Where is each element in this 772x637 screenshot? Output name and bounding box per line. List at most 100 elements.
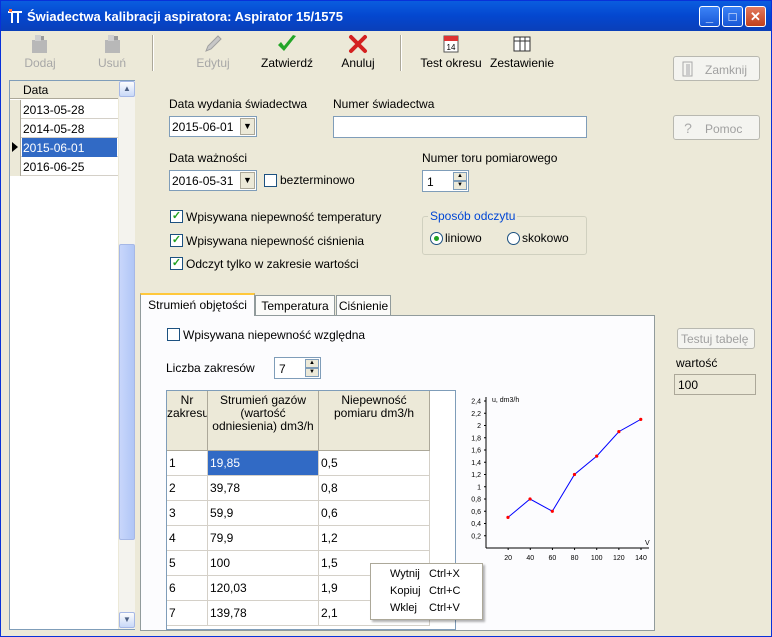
- column-header[interactable]: Niepewność pomiaru dm3/h: [319, 391, 430, 451]
- table-cell[interactable]: 4: [167, 526, 208, 551]
- minimize-button[interactable]: _: [699, 6, 720, 27]
- relative-uncertainty-checkbox[interactable]: [167, 328, 180, 341]
- issue-date-picker[interactable]: 2015-06-01 ▼: [169, 116, 257, 137]
- calendar-icon: 14: [443, 35, 459, 53]
- data-point: [617, 430, 621, 434]
- edit-button[interactable]: Edytuj: [193, 33, 233, 73]
- x-axis-label: V: [645, 540, 650, 547]
- x-tick-label: 120: [613, 555, 625, 562]
- table-cell[interactable]: 1,2: [319, 526, 430, 551]
- y-tick-label: 2,4: [471, 399, 481, 406]
- table-cell[interactable]: 5: [167, 551, 208, 576]
- list-header[interactable]: Data: [10, 81, 118, 99]
- x-cross-icon: [349, 35, 367, 53]
- tab-temperature[interactable]: Temperatura: [255, 295, 335, 315]
- help-button[interactable]: ? Pomoc: [673, 115, 760, 140]
- cancel-button[interactable]: Anuluj: [338, 33, 378, 73]
- table-cell[interactable]: 0,6: [319, 501, 430, 526]
- linear-radio[interactable]: [430, 232, 443, 245]
- table-cell[interactable]: 0,8: [319, 476, 430, 501]
- row-pointer-icon: [12, 142, 18, 152]
- ranges-count-label: Liczba zakresów: [166, 361, 255, 375]
- pressure-uncertainty-checkbox[interactable]: ✓: [170, 234, 183, 247]
- value-label: wartość: [676, 356, 718, 370]
- table-cell[interactable]: 6: [167, 576, 208, 601]
- pressure-uncertainty-label: Wpisywana niepewność ciśnienia: [186, 234, 365, 248]
- table-cell[interactable]: 0,5: [319, 451, 430, 476]
- step-radio[interactable]: [507, 232, 520, 245]
- menu-item-cut[interactable]: Wytnij Ctrl+X: [371, 565, 482, 582]
- table-cell[interactable]: 2: [167, 476, 208, 501]
- spin-up-icon[interactable]: ▲: [305, 359, 319, 368]
- data-point: [528, 497, 532, 501]
- indefinite-checkbox[interactable]: [264, 174, 277, 187]
- spin-up-icon[interactable]: ▲: [453, 172, 467, 181]
- table-cell[interactable]: 19,85: [208, 451, 319, 476]
- context-menu[interactable]: Wytnij Ctrl+X Kopiuj Ctrl+C Wklej Ctrl+V: [370, 563, 483, 620]
- table-cell[interactable]: 79,9: [208, 526, 319, 551]
- spin-down-icon[interactable]: ▼: [305, 368, 319, 377]
- y-tick-label: 2: [477, 423, 481, 430]
- issue-date-label: Data wydania świadectwa: [169, 97, 308, 111]
- y-tick-label: 1: [477, 484, 481, 491]
- delete-button[interactable]: Usuń: [93, 33, 131, 73]
- add-button[interactable]: Dodaj: [19, 33, 61, 73]
- test-table-button[interactable]: Testuj tabelę: [677, 328, 755, 349]
- value-field: 100: [674, 374, 756, 395]
- dropdown-arrow-icon[interactable]: ▼: [240, 118, 255, 135]
- menu-item-paste[interactable]: Wklej Ctrl+V: [371, 599, 482, 616]
- ranges-count-stepper[interactable]: 7 ▲ ▼: [274, 357, 321, 379]
- tab-pressure[interactable]: Ciśnienie: [336, 295, 391, 315]
- y-tick-label: 0,4: [471, 521, 481, 528]
- table-cell[interactable]: 7: [167, 601, 208, 626]
- certificate-date-list[interactable]: Data 2013-05-28 2014-05-28 2015-06-01 20…: [9, 80, 135, 630]
- data-point: [639, 417, 643, 421]
- table-cell[interactable]: 39,78: [208, 476, 319, 501]
- table-cell[interactable]: 1: [167, 451, 208, 476]
- scroll-down-arrow-icon[interactable]: ▼: [119, 612, 135, 628]
- menu-item-copy[interactable]: Kopiuj Ctrl+C: [371, 582, 482, 599]
- y-tick-label: 1,8: [471, 435, 481, 442]
- title-bar[interactable]: Świadectwa kalibracji aspiratora: Aspira…: [1, 1, 771, 31]
- list-item-selected[interactable]: 2015-06-01: [10, 138, 118, 157]
- window-title: Świadectwa kalibracji aspiratora: Aspira…: [27, 9, 343, 24]
- temp-uncertainty-checkbox[interactable]: ✓: [170, 210, 183, 223]
- tab-volume-flow[interactable]: Strumień objętości: [140, 293, 255, 316]
- column-header[interactable]: Strumień gazów (wartość odniesienia) dm3…: [208, 391, 319, 451]
- help-question-icon: ?: [684, 120, 692, 136]
- table-cell[interactable]: 59,9: [208, 501, 319, 526]
- pencil-icon: [205, 35, 222, 52]
- table-cell[interactable]: 3: [167, 501, 208, 526]
- data-point: [572, 472, 577, 477]
- track-number-stepper[interactable]: 1 ▲ ▼: [422, 170, 469, 192]
- table-cell[interactable]: 100: [208, 551, 319, 576]
- x-tick-label: 40: [526, 555, 534, 562]
- test-period-button[interactable]: 14 Test okresu: [417, 33, 485, 73]
- x-tick-label: 80: [571, 555, 579, 562]
- app-icon: [8, 9, 22, 23]
- column-header[interactable]: Nr zakresu: [167, 391, 208, 451]
- range-only-label: Odczyt tylko w zakresie wartości: [186, 257, 359, 271]
- scroll-up-arrow-icon[interactable]: ▲: [119, 81, 135, 97]
- maximize-button[interactable]: □: [722, 6, 743, 27]
- range-only-checkbox[interactable]: ✓: [170, 257, 183, 270]
- close-button[interactable]: Zamknij: [673, 56, 760, 81]
- summary-button[interactable]: Zestawienie: [489, 33, 555, 73]
- y-tick-label: 0,8: [471, 497, 481, 504]
- track-number-label: Numer toru pomiarowego: [422, 151, 558, 165]
- table-cell[interactable]: 120,03: [208, 576, 319, 601]
- scroll-thumb[interactable]: [119, 244, 135, 540]
- dropdown-arrow-icon[interactable]: ▼: [240, 172, 255, 189]
- table-cell[interactable]: 139,78: [208, 601, 319, 626]
- cert-number-input[interactable]: [333, 116, 587, 138]
- validity-date-picker[interactable]: 2016-05-31 ▼: [169, 170, 257, 191]
- x-tick-label: 100: [591, 555, 603, 562]
- list-item[interactable]: 2014-05-28: [10, 119, 118, 138]
- list-scrollbar[interactable]: ▲ ▼: [118, 81, 135, 629]
- list-item[interactable]: 2013-05-28: [10, 100, 118, 119]
- spin-down-icon[interactable]: ▼: [453, 181, 467, 190]
- approve-button[interactable]: Zatwierdź: [258, 33, 316, 73]
- close-window-button[interactable]: ✕: [745, 6, 766, 27]
- table-grid-icon: [513, 36, 531, 52]
- list-item[interactable]: 2016-06-25: [10, 157, 118, 176]
